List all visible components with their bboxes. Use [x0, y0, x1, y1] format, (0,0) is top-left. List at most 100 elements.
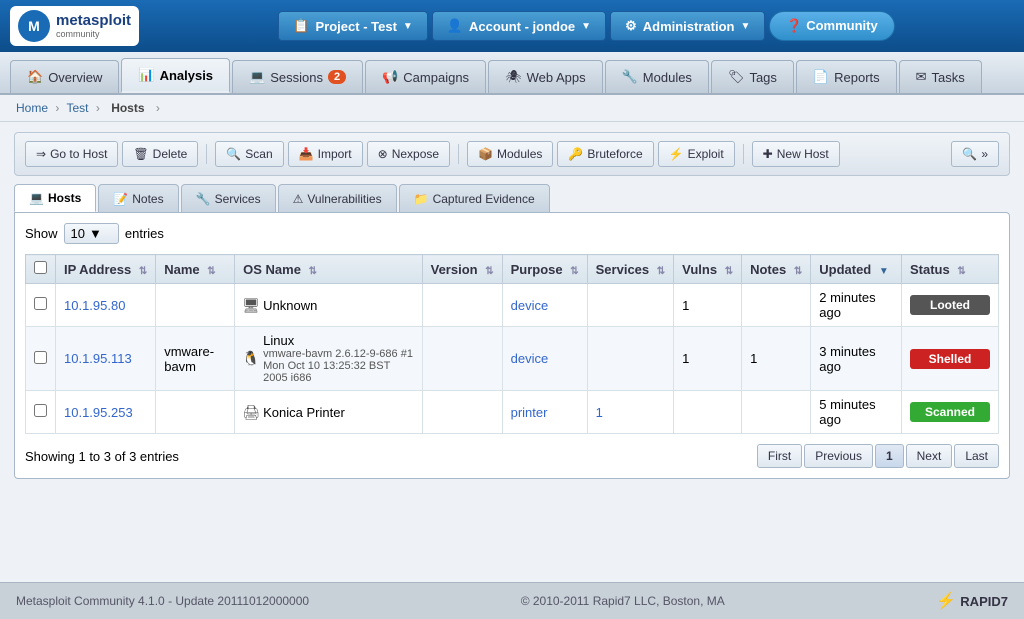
notes-sort-icon: ⇅: [794, 266, 802, 277]
account-nav-item[interactable]: 👤 Account - jondoe ▼: [432, 11, 606, 41]
goto-host-label: Go to Host: [50, 147, 107, 161]
current-page-button[interactable]: 1: [875, 444, 904, 468]
row1-ip-cell: 10.1.95.80: [56, 284, 156, 327]
hosts-tab-label: Hosts: [48, 191, 81, 205]
project-nav-item[interactable]: 📋 Project - Test ▼: [278, 11, 427, 41]
header-updated[interactable]: Updated ▼: [811, 255, 902, 284]
scan-icon: 🔍: [226, 147, 241, 161]
tab-reports[interactable]: 📄 Reports: [796, 60, 897, 93]
breadcrumb-test[interactable]: Test: [66, 101, 88, 115]
header-cb[interactable]: [26, 255, 56, 284]
import-button[interactable]: 📥 Import: [288, 141, 363, 167]
webapps-label: Web Apps: [527, 70, 586, 85]
logo-box: M metasploit community: [10, 6, 139, 46]
administration-nav-item[interactable]: ⚙ Administration ▼: [610, 11, 765, 41]
row3-services-link[interactable]: 1: [596, 405, 603, 420]
tags-icon: 🏷: [728, 69, 745, 85]
inner-tab-hosts[interactable]: 💻 Hosts: [14, 184, 96, 212]
row1-ip-link[interactable]: 10.1.95.80: [64, 298, 125, 313]
header-ip[interactable]: IP Address ⇅: [56, 255, 156, 284]
row1-os-icon: 🖥: [243, 297, 259, 313]
top-nav-items: 📋 Project - Test ▼ 👤 Account - jondoe ▼ …: [159, 11, 1014, 41]
header-os[interactable]: OS Name ⇅: [235, 255, 422, 284]
new-host-button[interactable]: ✚ New Host: [752, 141, 840, 167]
exploit-button[interactable]: ⚡ Exploit: [658, 141, 735, 167]
breadcrumb-home[interactable]: Home: [16, 101, 48, 115]
table-header-row: IP Address ⇅ Name ⇅ OS Name ⇅ Version ⇅: [26, 255, 999, 284]
row1-checkbox[interactable]: [34, 297, 47, 310]
tasks-label: Tasks: [932, 70, 965, 85]
row2-checkbox[interactable]: [34, 351, 47, 364]
row2-name: vmware-bavm: [164, 344, 214, 374]
next-page-button[interactable]: Next: [906, 444, 953, 468]
row2-cb-cell[interactable]: [26, 327, 56, 391]
header-status[interactable]: Status ⇅: [901, 255, 998, 284]
last-page-button[interactable]: Last: [954, 444, 999, 468]
account-label: Account - jondoe: [469, 19, 575, 34]
row3-status-badge: Scanned: [910, 402, 990, 422]
header-version[interactable]: Version ⇅: [422, 255, 502, 284]
row3-ip-link[interactable]: 10.1.95.253: [64, 405, 133, 420]
table-row: 10.1.95.113 vmware-bavm 🐧 Linux vmware-b…: [26, 327, 999, 391]
row3-checkbox[interactable]: [34, 404, 47, 417]
entries-label: entries: [125, 226, 164, 241]
services-sort-icon: ⇅: [657, 266, 665, 277]
breadcrumb-sep3: ›: [156, 101, 160, 115]
header-vulns-label: Vulns: [682, 262, 717, 277]
updated-sort-icon: ▼: [879, 266, 889, 277]
notes-tab-icon: 📝: [113, 192, 128, 206]
header-purpose[interactable]: Purpose ⇅: [502, 255, 587, 284]
status-sort-icon: ⇅: [957, 266, 965, 277]
header-name[interactable]: Name ⇅: [156, 255, 235, 284]
select-all-checkbox[interactable]: [34, 261, 47, 274]
header-vulns[interactable]: Vulns ⇅: [674, 255, 742, 284]
project-arrow-icon: ▼: [403, 21, 413, 32]
row1-purpose-link[interactable]: device: [511, 298, 549, 313]
row2-ip-link[interactable]: 10.1.95.113: [64, 351, 132, 366]
bruteforce-button[interactable]: 🔑 Bruteforce: [557, 141, 653, 167]
tab-tasks[interactable]: ✉ Tasks: [899, 60, 982, 93]
breadcrumb-sep1: ›: [55, 101, 59, 115]
header-services[interactable]: Services ⇅: [587, 255, 674, 284]
row3-ip-cell: 10.1.95.253: [56, 391, 156, 434]
inner-tab-vulnerabilities[interactable]: ⚠ Vulnerabilities: [278, 184, 397, 212]
row2-os-area: 🐧 Linux vmware-bavm 2.6.12-9-686 #1 Mon …: [243, 333, 413, 384]
previous-page-button[interactable]: Previous: [804, 444, 873, 468]
first-page-button[interactable]: First: [757, 444, 802, 468]
tab-analysis[interactable]: 📊 Analysis: [121, 58, 230, 93]
row3-os-icon: 🖨: [243, 404, 259, 420]
header-notes[interactable]: Notes ⇅: [742, 255, 811, 284]
community-button[interactable]: ❓ Community: [769, 11, 894, 41]
row2-os-icon: 🐧: [243, 351, 259, 367]
entries-select[interactable]: 10 ▼: [64, 223, 119, 244]
table-footer: Showing 1 to 3 of 3 entries First Previo…: [25, 444, 999, 468]
nexpose-button[interactable]: ⊗ Nexpose: [367, 141, 450, 167]
vulnerabilities-tab-label: Vulnerabilities: [307, 192, 381, 206]
logo-sub: community: [56, 29, 131, 39]
tab-tags[interactable]: 🏷 Tags: [711, 60, 794, 93]
inner-tab-services[interactable]: 🔧 Services: [181, 184, 276, 212]
account-icon: 👤: [447, 18, 463, 34]
row1-os-name: Unknown: [263, 298, 317, 313]
inner-tab-captured-evidence[interactable]: 📁 Captured Evidence: [399, 184, 550, 212]
row3-notes-cell: [742, 391, 811, 434]
tab-overview[interactable]: 🏠 Overview: [10, 60, 119, 93]
tags-label: Tags: [749, 70, 776, 85]
row1-status-cell: Looted: [901, 284, 998, 327]
goto-host-button[interactable]: ⇒ Go to Host: [25, 141, 118, 167]
delete-button[interactable]: 🗑 Delete: [122, 141, 198, 167]
row3-cb-cell[interactable]: [26, 391, 56, 434]
row1-cb-cell[interactable]: [26, 284, 56, 327]
tab-campaigns[interactable]: 📢 Campaigns: [365, 60, 486, 93]
modules-button[interactable]: 📦 Modules: [467, 141, 553, 167]
inner-tab-notes[interactable]: 📝 Notes: [98, 184, 178, 212]
row3-purpose-link[interactable]: printer: [511, 405, 548, 420]
new-host-icon: ✚: [763, 147, 773, 161]
tab-sessions[interactable]: 💻 Sessions 2: [232, 60, 363, 93]
row2-purpose-link[interactable]: device: [511, 351, 549, 366]
header-name-label: Name: [164, 262, 199, 277]
search-button[interactable]: 🔍 »: [951, 141, 999, 167]
tab-modules[interactable]: 🔧 Modules: [605, 60, 709, 93]
scan-button[interactable]: 🔍 Scan: [215, 141, 283, 167]
tab-webapps[interactable]: 🕷 Web Apps: [488, 60, 603, 93]
